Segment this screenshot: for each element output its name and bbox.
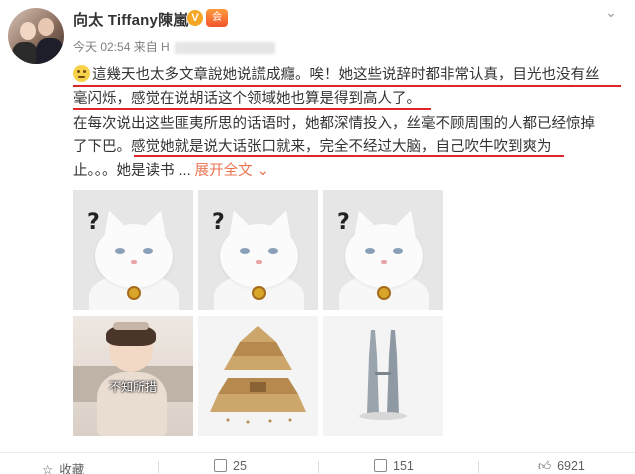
repost-button[interactable]: 25 <box>214 459 247 473</box>
divider <box>318 461 319 473</box>
post-text-line-1: 這幾天也太多文章說她说謊成癮。唉！她这些说辞时都非常认真，目光也没有丝 <box>73 64 600 86</box>
toddler-meme-image[interactable]: 不知所措 <box>73 316 193 436</box>
comment-icon <box>374 459 387 472</box>
cat-image[interactable]: ? <box>73 190 193 310</box>
red-underline <box>134 155 564 157</box>
vip-badge-icon: 会 <box>206 9 228 27</box>
question-mark: ? <box>87 210 100 235</box>
chevron-down-icon: ⌄ <box>256 163 269 179</box>
avatar-person-left <box>12 42 38 64</box>
avatar[interactable] <box>8 8 64 64</box>
divider <box>158 461 159 473</box>
thumbs-up-icon: 👍︎ <box>538 459 552 473</box>
cat-image[interactable]: ? <box>323 190 443 310</box>
favorite-button[interactable]: ☆ 收藏 <box>42 459 84 474</box>
twin-towers-model-image[interactable] <box>323 316 443 436</box>
star-icon: ☆ <box>42 463 54 474</box>
action-bar: ☆ 收藏 25 151 👍︎ 6921 <box>0 452 635 474</box>
username[interactable]: 向太 Tiffany陳嵐 <box>73 9 188 30</box>
post-text-line-5: 止。。。她是读书 ... 展开全文 ⌄ <box>73 163 269 179</box>
image-caption: 不知所措 <box>108 380 157 394</box>
red-underline <box>73 108 431 110</box>
sad-face-emoji-icon <box>73 65 90 82</box>
verified-badge-icon: V <box>187 10 203 26</box>
expand-full-text-link[interactable]: 展开全文 ⌄ <box>195 163 269 179</box>
question-mark: ? <box>212 210 225 235</box>
like-button[interactable]: 👍︎ 6921 <box>538 459 585 474</box>
post-source: 来自 H <box>133 40 170 54</box>
chevron-down-icon[interactable]: ⌄ <box>603 5 619 19</box>
blurred-source <box>175 41 276 54</box>
repost-icon <box>214 459 227 472</box>
divider <box>478 461 479 473</box>
avatar-face-left <box>20 22 36 40</box>
post-text-line-2: 毫闪烁，感觉在说胡话这个领域她也算是得到高人了。 <box>73 91 421 107</box>
comment-button[interactable]: 151 <box>374 459 414 473</box>
question-mark: ? <box>337 210 350 235</box>
cat-image[interactable]: ? <box>198 190 318 310</box>
post-meta: 今天 02:54 来自 H <box>73 38 276 55</box>
avatar-person-right <box>36 38 64 64</box>
avatar-face-right <box>38 18 54 36</box>
post-text-line-3: 在每次说出这些匪夷所思的话语时，她都深情投入，丝毫不顾周围的人都已经惊掉 <box>73 116 595 132</box>
pyramid-model-image[interactable] <box>198 316 318 436</box>
red-underline <box>73 85 621 87</box>
post-time[interactable]: 今天 02:54 <box>73 40 130 54</box>
